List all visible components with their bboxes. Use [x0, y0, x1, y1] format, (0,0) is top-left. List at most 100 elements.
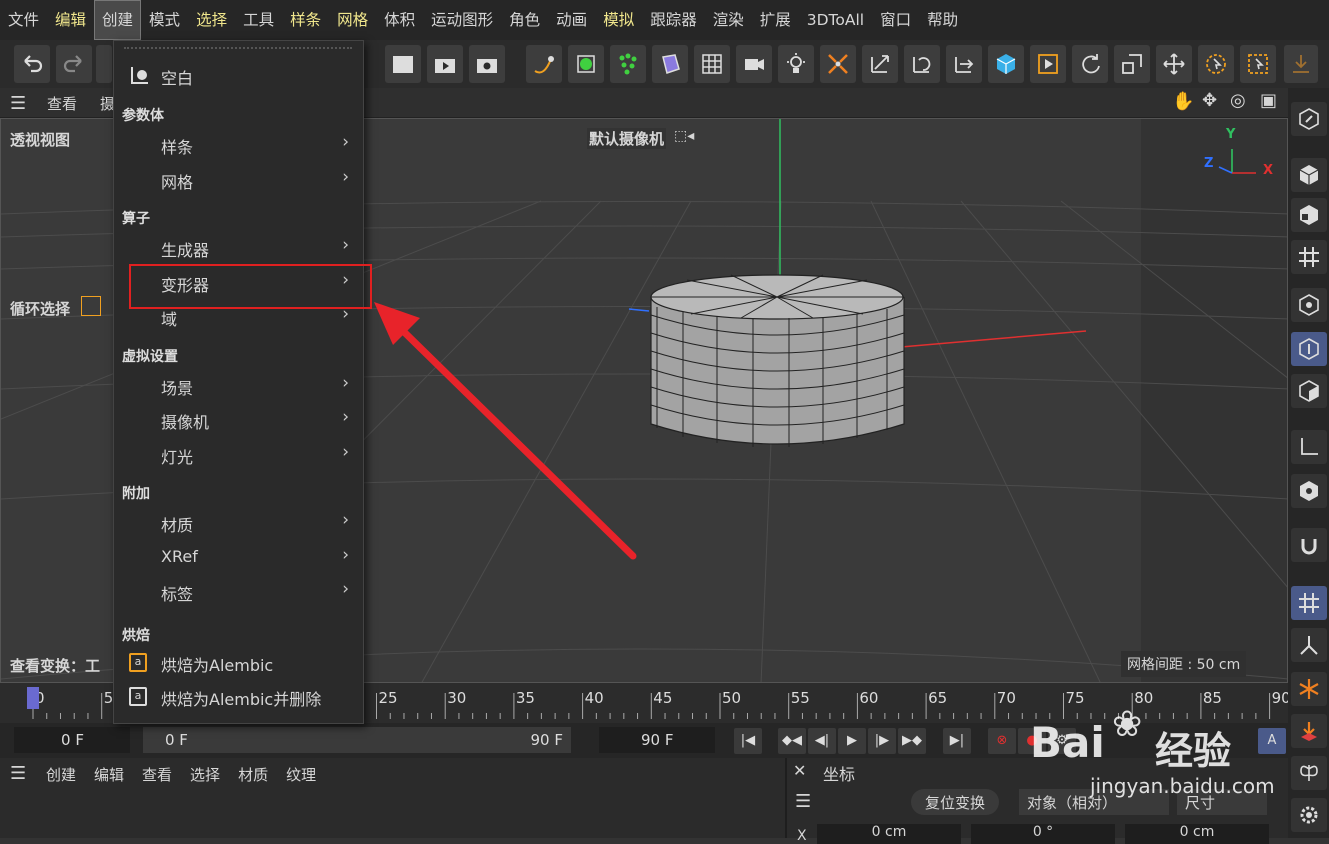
- model-mode-button[interactable]: [1291, 158, 1327, 192]
- points-mode-right-button[interactable]: [1291, 288, 1327, 322]
- menu-item-submenu[interactable]: 标签 ›: [114, 574, 363, 608]
- undo-button[interactable]: [14, 45, 50, 83]
- edges-mode-button[interactable]: [1291, 332, 1327, 366]
- live-select-button[interactable]: [1198, 45, 1234, 83]
- hamburger-icon[interactable]: ☰: [10, 93, 26, 114]
- go-end-button[interactable]: ▶|: [943, 728, 971, 754]
- camera-toggle-icon[interactable]: ⬚◂: [674, 128, 694, 144]
- material-menu-item[interactable]: 纹理: [286, 764, 316, 785]
- coord-mode-select[interactable]: 对象（相对）: [1019, 789, 1169, 815]
- menubar-item[interactable]: 角色: [501, 0, 548, 40]
- menubar-item[interactable]: 工具: [235, 0, 282, 40]
- workplane-button[interactable]: [1291, 240, 1327, 274]
- material-hamburger-icon[interactable]: ☰: [10, 763, 26, 784]
- menu-item-submenu[interactable]: 样条 ›: [114, 127, 363, 161]
- view-name[interactable]: 透视视图: [10, 129, 70, 150]
- keyframe-options-button[interactable]: ⚙: [1048, 728, 1076, 754]
- menu-item-bake-alembic-delete[interactable]: a 烘焙为Alembic并删除: [114, 679, 363, 713]
- menubar-item[interactable]: 扩展: [752, 0, 799, 40]
- render-settings-button[interactable]: [469, 45, 505, 83]
- menu-item-bake-alembic[interactable]: a 烘焙为Alembic: [114, 645, 363, 679]
- polygons-mode-button[interactable]: [1291, 374, 1327, 408]
- menu-item-submenu[interactable]: 场景 ›: [114, 368, 363, 402]
- play-select-button[interactable]: [1030, 45, 1066, 83]
- menubar-item[interactable]: 模拟: [595, 0, 642, 40]
- rect-select-button[interactable]: [1240, 45, 1276, 83]
- menubar-item[interactable]: 运动图形: [423, 0, 501, 40]
- current-frame-field[interactable]: 0 F: [14, 727, 130, 753]
- spline-pen-button[interactable]: [526, 45, 562, 83]
- menu-item-submenu[interactable]: 生成器 ›: [114, 230, 363, 264]
- go-start-button[interactable]: |◀: [734, 728, 762, 754]
- menubar-item[interactable]: 选择: [188, 0, 235, 40]
- reset-transform-button[interactable]: 复位变换: [911, 789, 1000, 815]
- maximize-view-icon[interactable]: ▣: [1260, 90, 1277, 111]
- render-button[interactable]: [427, 45, 463, 83]
- menubar-item[interactable]: 文件: [0, 0, 47, 40]
- play-button[interactable]: ▶: [838, 728, 866, 754]
- prev-frame-button[interactable]: ◀|: [808, 728, 836, 754]
- menubar-item[interactable]: 跟踪器: [642, 0, 705, 40]
- material-menu-item[interactable]: 选择: [190, 764, 220, 785]
- deformer-button[interactable]: [820, 45, 856, 83]
- menu-item-submenu[interactable]: 灯光 ›: [114, 437, 363, 471]
- material-menu-item[interactable]: 编辑: [94, 764, 124, 785]
- viewport-menu-view[interactable]: 查看: [47, 93, 77, 114]
- points-mode-button[interactable]: [568, 45, 604, 83]
- menubar-item[interactable]: 编辑: [47, 0, 94, 40]
- next-key-button[interactable]: ▶◆: [898, 728, 926, 754]
- camera-label[interactable]: 默认摄像机: [587, 128, 667, 149]
- cube-button[interactable]: [988, 45, 1024, 83]
- menubar-item[interactable]: 渲染: [705, 0, 752, 40]
- menubar-item[interactable]: 帮助: [919, 0, 966, 40]
- x-rotation-field[interactable]: 0 °: [971, 824, 1115, 844]
- grid-button[interactable]: [694, 45, 730, 83]
- menubar-item[interactable]: 窗口: [872, 0, 919, 40]
- auto-key-button[interactable]: ●: [1018, 728, 1046, 754]
- mirror-button[interactable]: [1291, 756, 1327, 790]
- menu-item-submenu[interactable]: 材质 ›: [114, 505, 363, 539]
- prev-key-button[interactable]: ◆◀: [778, 728, 806, 754]
- x-size-field[interactable]: 0 cm: [1125, 824, 1269, 844]
- material-menu-item[interactable]: 创建: [46, 764, 76, 785]
- menu-item-empty[interactable]: 空白: [114, 58, 363, 92]
- frame-range-slider[interactable]: 0 F 90 F: [143, 727, 571, 753]
- toolbar-partial-button[interactable]: [96, 45, 112, 83]
- scale-button[interactable]: [1114, 45, 1150, 83]
- solo-button[interactable]: [1291, 474, 1327, 508]
- scatter-button[interactable]: [610, 45, 646, 83]
- menubar-item[interactable]: 3DToAll: [799, 0, 872, 40]
- menu-item-submenu[interactable]: XRef ›: [114, 540, 363, 574]
- scale-axis-button[interactable]: [946, 45, 982, 83]
- current-frame-marker[interactable]: [27, 687, 39, 709]
- material-menu-item[interactable]: 材质: [238, 764, 268, 785]
- menu-item-submenu[interactable]: 网格 ›: [114, 162, 363, 196]
- menu-item-submenu[interactable]: 摄像机 ›: [114, 402, 363, 436]
- drop-button[interactable]: [1291, 714, 1327, 748]
- coord-size-select[interactable]: 尺寸: [1177, 789, 1267, 815]
- anim-mode-button[interactable]: A: [1258, 728, 1286, 754]
- texture-mode-button[interactable]: [1291, 198, 1327, 232]
- paint-button[interactable]: [652, 45, 688, 83]
- x-position-field[interactable]: 0 cm: [817, 824, 961, 844]
- coord-hamburger-icon[interactable]: ☰: [795, 791, 811, 812]
- move-axis-button[interactable]: [862, 45, 898, 83]
- menubar-item[interactable]: 体积: [376, 0, 423, 40]
- axis-mode-button[interactable]: [1291, 430, 1327, 464]
- redo-button[interactable]: [56, 45, 92, 83]
- snap-button[interactable]: [1291, 528, 1327, 562]
- menu-tearoff-handle[interactable]: [124, 47, 352, 49]
- pan-hand-icon[interactable]: ✋: [1172, 91, 1194, 112]
- camera-button[interactable]: [736, 45, 772, 83]
- menubar-item[interactable]: 动画: [548, 0, 595, 40]
- next-frame-button[interactable]: |▶: [868, 728, 896, 754]
- record-button[interactable]: ⊗: [988, 728, 1016, 754]
- menubar-item[interactable]: 样条: [282, 0, 329, 40]
- edit-mode-button[interactable]: [1291, 102, 1327, 136]
- cylinder-object[interactable]: [650, 274, 905, 447]
- rotate-axis-button[interactable]: [904, 45, 940, 83]
- move-view-icon[interactable]: ✥: [1202, 90, 1217, 111]
- menubar-item[interactable]: 创建: [94, 0, 142, 40]
- symmetry-button[interactable]: [1291, 628, 1327, 662]
- material-menu-item[interactable]: 查看: [142, 764, 172, 785]
